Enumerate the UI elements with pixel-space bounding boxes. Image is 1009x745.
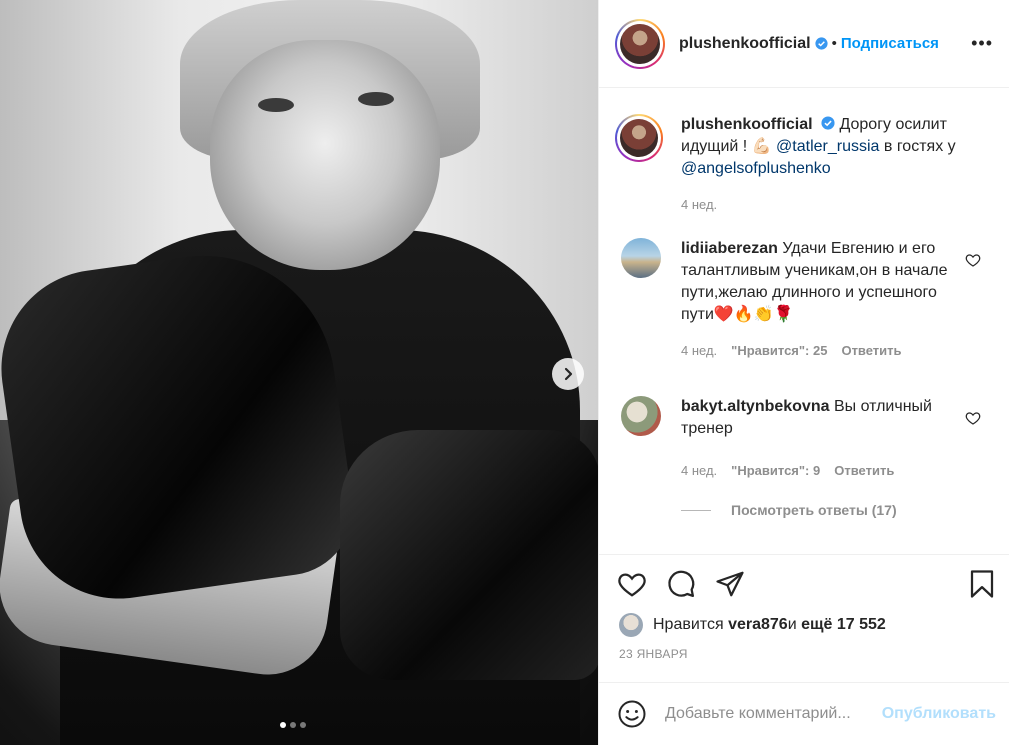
likes-middle: и (787, 616, 797, 633)
carousel-next-button[interactable] (552, 358, 584, 390)
heart-icon[interactable] (617, 569, 647, 599)
carousel-dot (300, 722, 306, 728)
commenter-avatar[interactable] (621, 396, 661, 436)
author-username[interactable]: plushenkoofficial (679, 35, 811, 53)
separator-bullet: • (831, 35, 837, 52)
replies-line (681, 509, 711, 511)
comment-item: bakyt.altynbekovna Вы отличный тренер 4 … (615, 396, 993, 482)
carousel-dot (290, 722, 296, 728)
comment-time[interactable]: 4 нед. (681, 460, 717, 482)
share-icon[interactable] (715, 569, 745, 599)
liker-username[interactable]: vera876 (728, 616, 788, 634)
likes-prefix: Нравится (653, 616, 724, 633)
avatar-image (620, 23, 660, 64)
author-avatar[interactable] (615, 18, 665, 69)
photo-eye (258, 98, 294, 112)
caption-text-middle: в гостях у (879, 138, 956, 155)
photo-eye (358, 92, 394, 106)
comment-item: lidiiaberezan Удачи Евгению и его талант… (615, 238, 993, 362)
comment-input[interactable] (665, 705, 882, 723)
verified-icon (821, 116, 835, 130)
post-date[interactable]: 23 ЯНВАРЯ (599, 637, 1009, 661)
caption-username[interactable]: plushenkoofficial (681, 116, 813, 133)
comment-icon[interactable] (666, 569, 696, 599)
comment-likes-count[interactable]: "Нравится": 9 (731, 460, 820, 482)
post-photo[interactable] (0, 0, 598, 745)
caption-author-avatar[interactable] (615, 114, 663, 162)
avatar-image (620, 119, 658, 157)
photo-face (210, 40, 440, 270)
comment-username[interactable]: lidiiaberezan (681, 240, 778, 257)
emoji-icon[interactable] (617, 699, 647, 729)
carousel-dot (280, 722, 286, 728)
verified-icon (814, 37, 828, 50)
comments-section: plushenkoofficial Дорогу осилит идущий !… (599, 88, 1009, 555)
commenter-avatar[interactable] (621, 238, 661, 278)
caption-time[interactable]: 4 нед. (681, 194, 717, 216)
comment-username[interactable]: bakyt.altynbekovna (681, 398, 830, 415)
comment-reply-button[interactable]: Ответить (841, 340, 901, 362)
likes-count[interactable]: ещё 17 552 (801, 616, 886, 634)
post-caption: plushenkoofficial Дорогу осилит идущий !… (615, 114, 993, 216)
more-icon[interactable]: ••• (971, 33, 993, 54)
comment-reply-button[interactable]: Ответить (834, 460, 894, 482)
liker-avatar[interactable] (619, 613, 643, 637)
caption-mention-angels[interactable]: @angelsofplushenko (681, 160, 831, 177)
comment-time[interactable]: 4 нед. (681, 340, 717, 362)
likes-summary: Нравится vera876 и ещё 17 552 (599, 613, 1009, 637)
heart-icon[interactable] (965, 410, 981, 426)
follow-button[interactable]: Подписаться (841, 35, 939, 52)
chevron-right-icon (564, 367, 573, 381)
heart-icon[interactable] (965, 252, 981, 268)
caption-mention-tatler[interactable]: @tatler_russia (776, 138, 879, 155)
view-replies-button[interactable]: Посмотреть ответы (17) (681, 502, 993, 518)
comment-likes-count[interactable]: "Нравится": 25 (731, 340, 827, 362)
post-header: plushenkoofficial • Подписаться ••• (599, 0, 1009, 88)
carousel-indicator (280, 722, 306, 728)
view-replies-label[interactable]: Посмотреть ответы (17) (731, 502, 897, 518)
publish-button[interactable]: Опубликовать (882, 705, 996, 723)
post-actions (599, 555, 1009, 613)
post-side-panel: plushenkoofficial • Подписаться ••• plus… (598, 0, 1009, 745)
bookmark-icon[interactable] (967, 569, 997, 599)
photo-skate (340, 430, 598, 680)
add-comment-bar: Опубликовать (599, 682, 1009, 745)
